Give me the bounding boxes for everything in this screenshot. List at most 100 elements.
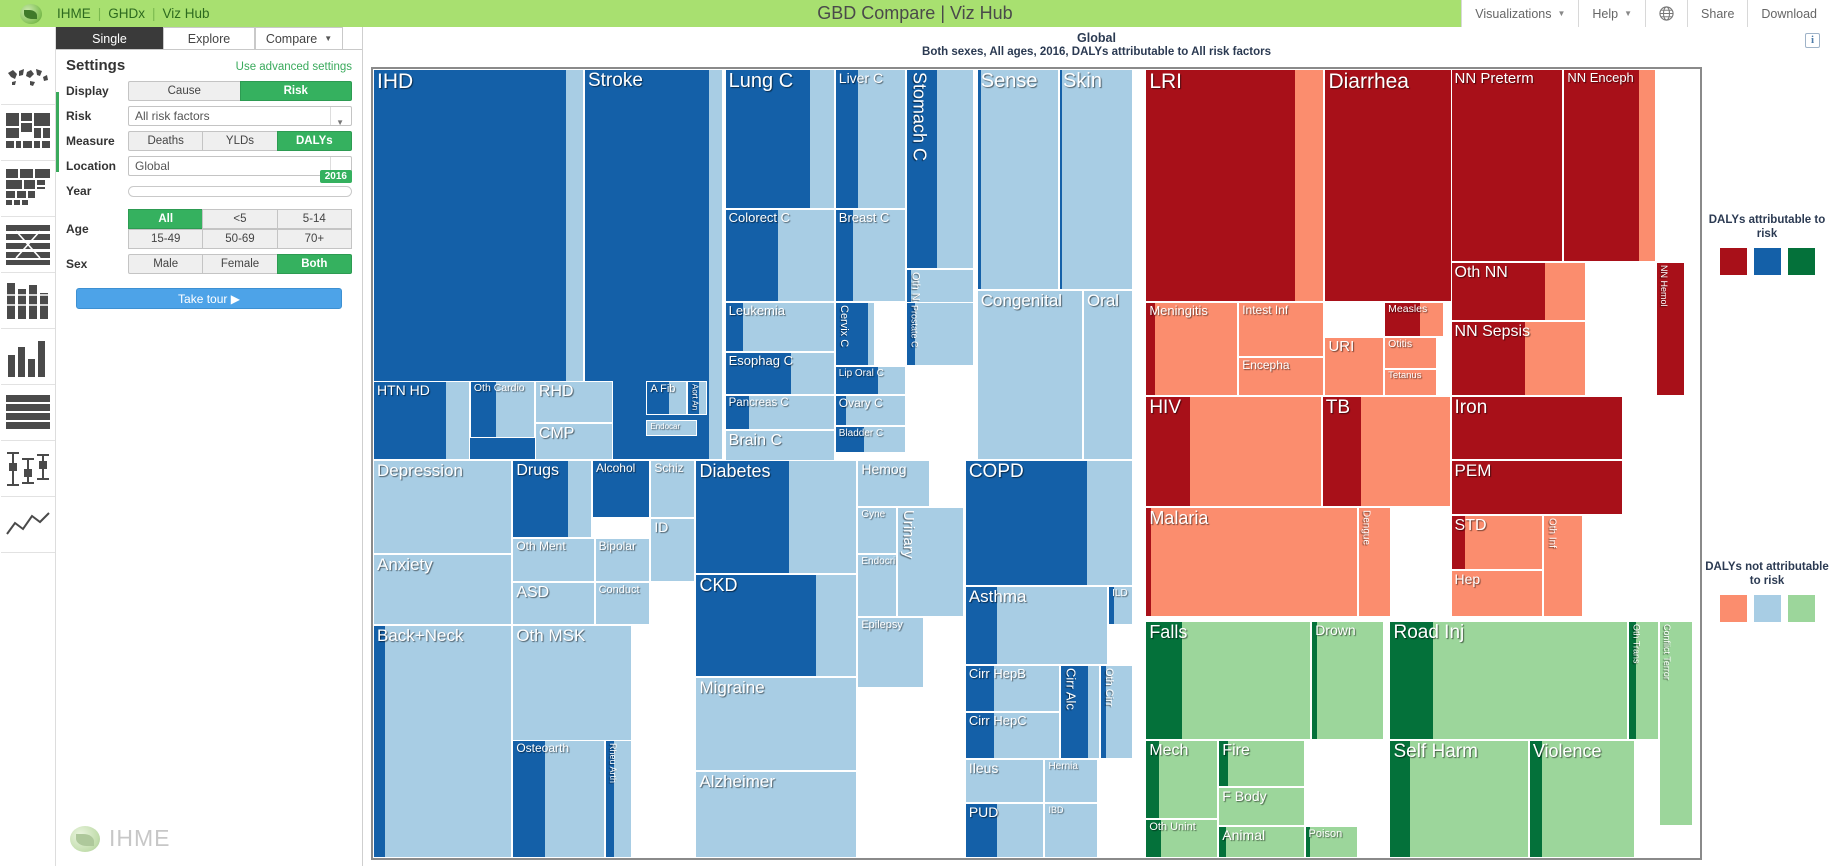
treemap-tile[interactable]: Liver C: [834, 69, 907, 210]
rail-item-line-chart[interactable]: [0, 497, 55, 553]
menu-language[interactable]: [1645, 0, 1687, 27]
advanced-settings-link[interactable]: Use advanced settings: [236, 61, 352, 73]
menu-visualizations[interactable]: Visualizations ▼: [1461, 0, 1578, 27]
treemap-tile[interactable]: CKD: [695, 573, 858, 677]
treemap-tile[interactable]: Malaria: [1145, 506, 1358, 618]
treemap-tile[interactable]: Pancreas C: [724, 394, 835, 431]
sex-option-both[interactable]: Both: [276, 254, 352, 274]
age-option-all[interactable]: All: [128, 209, 204, 229]
treemap-tile[interactable]: COPD: [964, 459, 1134, 586]
menu-download[interactable]: Download: [1747, 0, 1830, 27]
display-option-cause[interactable]: Cause: [128, 81, 241, 101]
treemap-tile[interactable]: Alcohol: [591, 459, 651, 518]
treemap-tile[interactable]: Animal: [1218, 826, 1305, 858]
age-option-15-49[interactable]: 15-49: [128, 229, 204, 249]
treemap-tile[interactable]: Oth Ment: [512, 538, 595, 582]
treemap-tile[interactable]: Oth Cirr: [1100, 664, 1134, 760]
treemap-tile[interactable]: Mech: [1145, 739, 1219, 819]
treemap-tile[interactable]: Oth Trans: [1628, 621, 1659, 740]
rail-item-treemap[interactable]: [0, 105, 55, 161]
treemap-tile[interactable]: A Fib: [646, 381, 688, 416]
year-slider[interactable]: [128, 185, 352, 197]
brand-link-vizhub[interactable]: Viz Hub: [156, 6, 217, 21]
treemap-tile[interactable]: NN Preterm: [1450, 69, 1564, 263]
treemap-tile[interactable]: Self Harm: [1389, 739, 1529, 858]
treemap-tile[interactable]: Hernia: [1044, 759, 1098, 803]
treemap-tile[interactable]: Lung C: [724, 69, 835, 210]
tab-explore[interactable]: Explore: [163, 27, 255, 49]
age-option-70plus[interactable]: 70+: [276, 229, 352, 249]
measure-option-dalys[interactable]: DALYs: [276, 131, 352, 151]
treemap-tile[interactable]: RHD: [534, 381, 614, 424]
treemap-tile[interactable]: Cirr Alc: [1060, 664, 1101, 760]
treemap-tile[interactable]: Bladder C: [834, 426, 907, 454]
treemap-tile[interactable]: Alzheimer: [695, 771, 858, 858]
treemap-tile[interactable]: Breast C: [834, 209, 907, 302]
treemap-tile[interactable]: Meningitis: [1145, 301, 1239, 397]
treemap-tile[interactable]: NN Sepsis: [1450, 321, 1586, 397]
treemap-tile[interactable]: Poison: [1304, 826, 1358, 858]
treemap-tile[interactable]: STD: [1450, 514, 1544, 570]
brand-link-ihme[interactable]: IHME: [50, 6, 98, 21]
treemap-tile[interactable]: Cervix C: [834, 301, 875, 367]
age-option-50-69[interactable]: 50-69: [202, 229, 278, 249]
measure-option-deaths[interactable]: Deaths: [128, 131, 204, 151]
treemap-tile[interactable]: Drugs: [512, 459, 592, 539]
treemap-tile[interactable]: Sense: [976, 69, 1060, 290]
treemap-tile[interactable]: Congenital: [976, 289, 1083, 460]
brand-link-ghdx[interactable]: GHDx: [101, 6, 152, 21]
treemap-tile[interactable]: Diabetes: [695, 459, 858, 574]
rail-item-grid[interactable]: [0, 385, 55, 441]
rail-item-tiles[interactable]: [0, 161, 55, 217]
treemap-tile[interactable]: Esophag C: [724, 352, 835, 395]
treemap-tile[interactable]: Leukemia: [724, 301, 835, 353]
treemap-tile[interactable]: Depression: [373, 459, 513, 555]
treemap-tile[interactable]: IBD: [1044, 802, 1098, 858]
treemap-tile[interactable]: Bipolar: [594, 538, 651, 582]
treemap-tile[interactable]: Oth Cardio: [469, 381, 535, 439]
treemap-tile[interactable]: Endocar: [646, 420, 697, 436]
location-select[interactable]: Global ▼: [128, 156, 352, 177]
treemap-tile[interactable]: CMP: [534, 423, 614, 460]
treemap-tile[interactable]: ASD: [512, 581, 595, 626]
treemap-tile[interactable]: Ileus: [964, 759, 1045, 803]
tab-single[interactable]: Single: [56, 27, 163, 49]
treemap-tile[interactable]: ID: [650, 517, 696, 582]
rail-item-arrow-diagram[interactable]: [0, 217, 55, 273]
treemap-tile[interactable]: Conduct: [594, 581, 651, 626]
treemap-tile[interactable]: Rheu Arth: [605, 739, 632, 858]
age-option-5-14[interactable]: 5-14: [276, 209, 352, 229]
treemap-tile[interactable]: Intest Inf: [1238, 301, 1325, 357]
treemap-tile[interactable]: Lip Oral C: [834, 366, 907, 395]
treemap-tile[interactable]: PEM: [1450, 459, 1624, 515]
treemap-tile[interactable]: Measles: [1384, 301, 1444, 338]
treemap-tile[interactable]: Falls: [1145, 621, 1312, 740]
treemap-tile[interactable]: Colorect C: [724, 209, 835, 302]
menu-share[interactable]: Share: [1687, 0, 1747, 27]
treemap-tile[interactable]: Iron: [1450, 396, 1624, 460]
treemap-tile[interactable]: Cirr HepB: [964, 664, 1061, 713]
treemap-tile[interactable]: Back+Neck: [373, 625, 513, 858]
treemap-tile[interactable]: Violence: [1528, 739, 1635, 858]
treemap-tile[interactable]: NN Enceph: [1563, 69, 1657, 263]
treemap-tile[interactable]: Gyne: [857, 506, 898, 555]
rail-item-bar-chart[interactable]: [0, 329, 55, 385]
treemap-tile[interactable]: Road Inj: [1389, 621, 1629, 740]
treemap-tile[interactable]: HIV: [1145, 396, 1322, 507]
treemap-tile[interactable]: HTN HD: [373, 381, 470, 460]
treemap-tile[interactable]: Drown: [1311, 621, 1385, 740]
treemap-tile[interactable]: ILD: [1108, 585, 1134, 626]
treemap-tile[interactable]: F Body: [1218, 786, 1305, 827]
treemap-tile[interactable]: Fire: [1218, 739, 1305, 787]
treemap-tile[interactable]: Cirr HepC: [964, 712, 1061, 760]
treemap-tile[interactable]: Epilepsy: [857, 617, 924, 689]
treemap-tile[interactable]: Otitis: [1384, 337, 1438, 369]
treemap-tile[interactable]: Tetanus: [1384, 368, 1438, 397]
treemap-tile[interactable]: Hemog: [857, 459, 931, 507]
treemap-tile[interactable]: URI: [1324, 337, 1385, 397]
rail-item-bar-stack[interactable]: [0, 273, 55, 329]
treemap-tile[interactable]: Osteoarth: [512, 739, 606, 858]
treemap[interactable]: IHD Stroke HTN HD Oth Cardio RHD CMP A Fib Aort…: [371, 67, 1702, 860]
age-option-under5[interactable]: <5: [202, 209, 278, 229]
tab-compare[interactable]: Compare ▼: [255, 27, 343, 49]
